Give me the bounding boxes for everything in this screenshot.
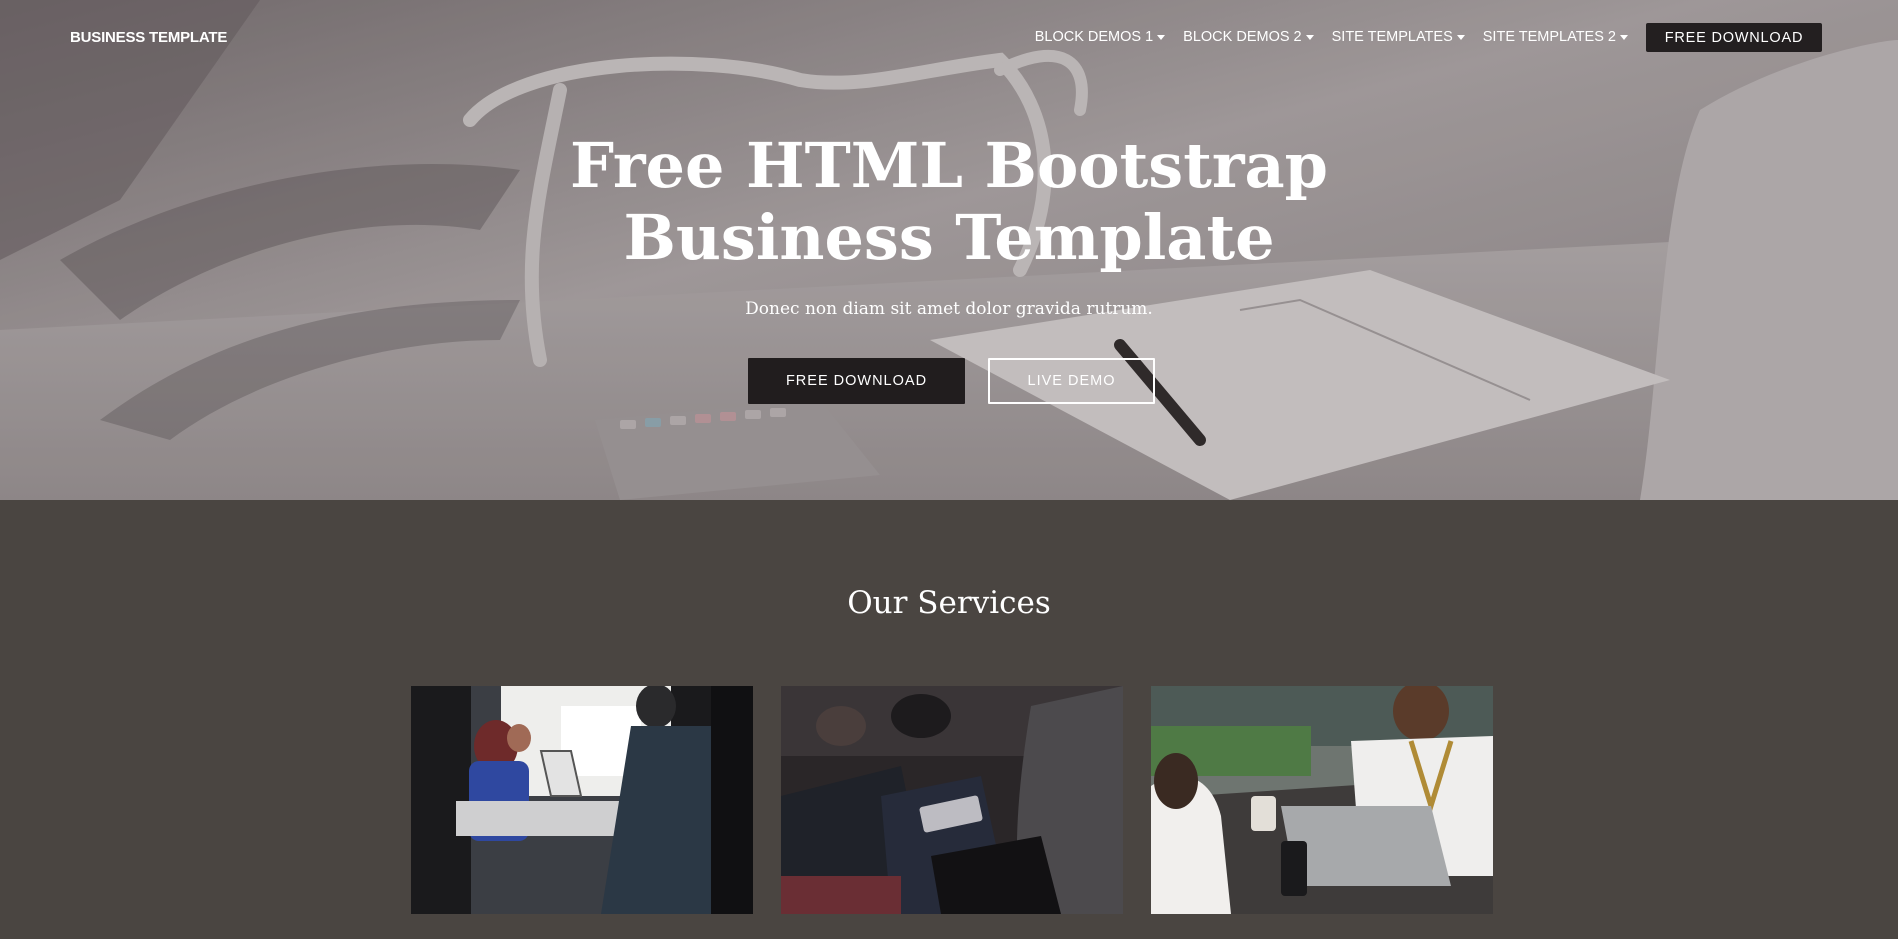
nav-free-download-button[interactable]: FREE DOWNLOAD bbox=[1646, 23, 1822, 52]
nav-item-site-templates-2[interactable]: SITE TEMPLATES 2 bbox=[1483, 29, 1628, 45]
hero-title: Free HTML Bootstrap Business Template bbox=[0, 130, 1898, 274]
caret-down-icon bbox=[1157, 34, 1166, 40]
hero-free-download-button[interactable]: FREE DOWNLOAD bbox=[748, 358, 965, 404]
nav-item-label: BLOCK DEMOS 2 bbox=[1183, 29, 1302, 45]
nav-item-block-demos-1[interactable]: BLOCK DEMOS 1 bbox=[1034, 29, 1166, 45]
hero-live-demo-button[interactable]: LIVE DEMO bbox=[988, 358, 1155, 404]
nav-menu: BLOCK DEMOS 1 BLOCK DEMOS 2 SITE TEMPLAT… bbox=[1035, 29, 1628, 45]
service-image-conference bbox=[781, 686, 1123, 914]
nav-item-label: SITE TEMPLATES bbox=[1331, 29, 1453, 45]
services-heading: Our Services bbox=[847, 585, 1051, 621]
nav-item-site-templates[interactable]: SITE TEMPLATES bbox=[1332, 29, 1465, 45]
service-image-meeting bbox=[411, 686, 753, 914]
hero-title-line-2: Business Template bbox=[623, 201, 1275, 274]
caret-down-icon bbox=[1305, 34, 1314, 40]
hero-subtitle: Donec non diam sit amet dolor gravida ru… bbox=[745, 299, 1153, 319]
hero-title-line-1: Free HTML Bootstrap bbox=[569, 129, 1329, 202]
brand-logo[interactable]: BUSINESS TEMPLATE bbox=[70, 29, 227, 46]
caret-down-icon bbox=[1620, 34, 1628, 40]
nav-item-label: BLOCK DEMOS 1 bbox=[1034, 29, 1154, 45]
caret-down-icon bbox=[1456, 34, 1465, 40]
nav-item-label: SITE TEMPLATES 2 bbox=[1482, 29, 1616, 45]
nav-item-block-demos-2[interactable]: BLOCK DEMOS 2 bbox=[1183, 29, 1314, 45]
service-image-coworking bbox=[1151, 686, 1493, 914]
top-navbar: BUSINESS TEMPLATE BLOCK DEMOS 1 BLOCK DE… bbox=[0, 0, 1898, 76]
